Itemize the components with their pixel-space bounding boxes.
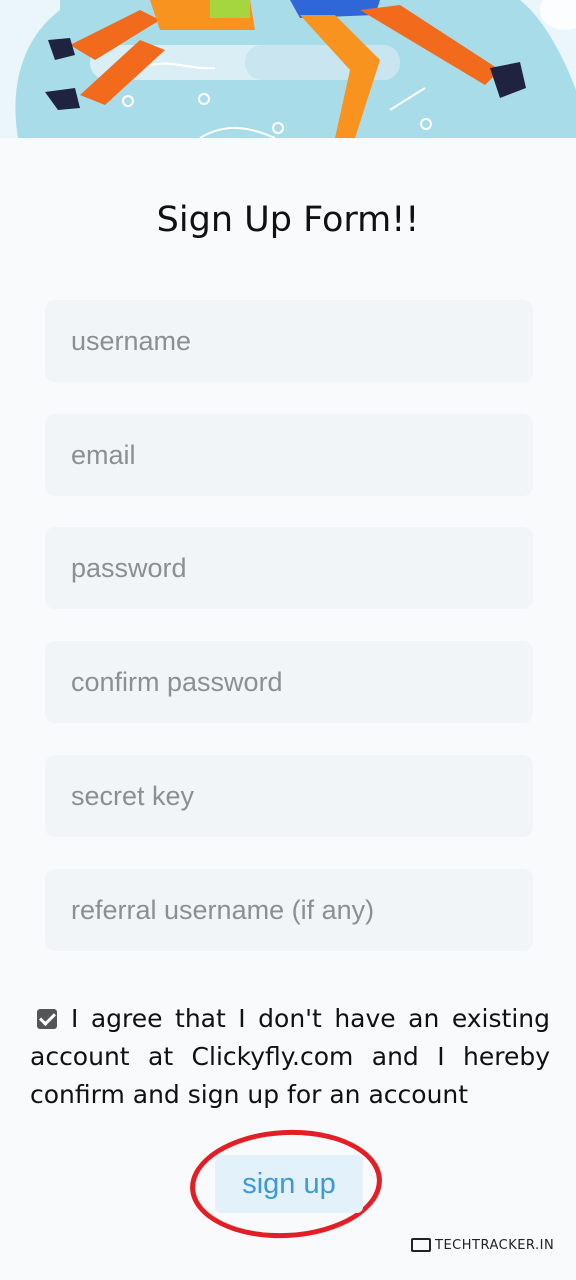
header-illustration: [0, 0, 576, 138]
email-field[interactable]: [45, 414, 533, 496]
referral-username-input[interactable]: [69, 893, 533, 927]
secret-key-field[interactable]: [45, 755, 533, 837]
watermark-text: TECHTRACKER.IN: [435, 1237, 555, 1253]
email-input[interactable]: [69, 438, 533, 472]
username-field[interactable]: [45, 300, 533, 382]
confirm-password-field[interactable]: [45, 641, 533, 723]
password-input[interactable]: [69, 551, 533, 585]
page-title: Sign Up Form!!: [156, 200, 420, 240]
agreement-row: I agree that I don't have an existing ac…: [30, 1000, 550, 1114]
people-illustration: [0, 0, 576, 138]
password-field[interactable]: [45, 527, 533, 609]
username-input[interactable]: [69, 324, 533, 358]
watermark: TECHTRACKER.IN: [411, 1235, 554, 1255]
referral-username-field[interactable]: [45, 869, 533, 951]
agreement-checkbox[interactable]: [37, 1009, 57, 1029]
secret-key-input[interactable]: [69, 779, 533, 813]
agreement-text: I agree that I don't have an existing ac…: [30, 1004, 550, 1109]
browser-window-icon: [411, 1238, 431, 1252]
sign-up-button[interactable]: sign up: [215, 1155, 363, 1213]
confirm-password-input[interactable]: [69, 665, 533, 699]
